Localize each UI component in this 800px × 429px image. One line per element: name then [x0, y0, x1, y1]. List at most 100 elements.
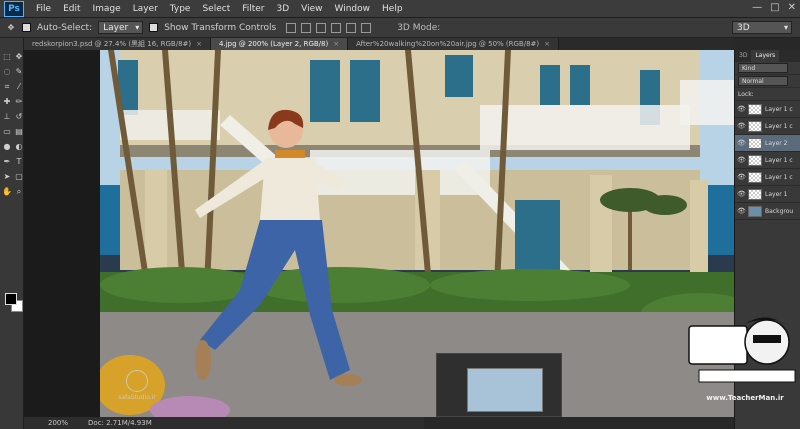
hand-tool-icon[interactable]: ✋ — [2, 187, 12, 197]
navigator-thumbnail — [436, 353, 562, 417]
menu-help[interactable]: Help — [376, 0, 409, 18]
close-icon[interactable]: × — [333, 40, 339, 48]
close-icon[interactable]: × — [544, 40, 550, 48]
menu-file[interactable]: File — [30, 0, 57, 18]
eye-icon[interactable]: 👁 — [737, 190, 746, 198]
gradient-tool-icon[interactable]: ▤ — [14, 127, 24, 137]
layer-thumbnail — [748, 171, 762, 183]
eye-icon[interactable]: 👁 — [737, 122, 746, 130]
align-top-icon[interactable] — [286, 22, 297, 33]
navigator-preview[interactable] — [467, 368, 543, 412]
workspace-dropdown[interactable]: 3D — [732, 21, 792, 34]
blend-mode-dropdown[interactable]: Normal — [738, 76, 788, 86]
document-canvas[interactable]: safaStudio.ir — [100, 50, 734, 417]
tab-layers[interactable]: Layers — [751, 50, 780, 62]
minimize-icon[interactable]: — — [752, 2, 762, 13]
layer-thumbnail — [748, 103, 762, 115]
show-transform-label: Show Transform Controls — [164, 22, 277, 33]
tab-after-walking[interactable]: After%20walking%20on%20air.jpg @ 50% (RG… — [348, 38, 560, 50]
layer-thumbnail — [748, 205, 762, 217]
zoom-level[interactable]: 200% — [48, 419, 68, 427]
panel-tabs: 3D Layers — [735, 50, 800, 62]
eraser-tool-icon[interactable]: ▭ — [2, 127, 12, 137]
photoshop-logo: Ps — [4, 0, 24, 17]
menu-filter[interactable]: Filter — [236, 0, 270, 18]
safastudio-logo-icon — [126, 370, 148, 392]
teacherman-url: www.TeacherMan.ir — [706, 394, 784, 402]
menu-select[interactable]: Select — [196, 0, 236, 18]
eye-icon[interactable]: 👁 — [737, 156, 746, 164]
composite-photo — [100, 50, 734, 417]
lasso-tool-icon[interactable]: ◌ — [2, 67, 12, 77]
brush-tool-icon[interactable]: ✏ — [14, 97, 24, 107]
document-tabs: redskorpion3.psd @ 27.4% (黑組 16, RGB/8#)… — [24, 38, 734, 50]
dodge-tool-icon[interactable]: ◐ — [14, 142, 24, 152]
menu-window[interactable]: Window — [329, 0, 377, 18]
pen-tool-icon[interactable]: ✒ — [2, 157, 12, 167]
window-controls: — □ ✕ — [752, 2, 796, 13]
layer-row[interactable]: 👁 Layer 1 c — [735, 152, 800, 169]
shape-tool-icon[interactable]: ▢ — [14, 172, 24, 182]
doc-size[interactable]: Doc: 2.71M/4.93M — [88, 419, 152, 427]
quick-select-tool-icon[interactable]: ✎ — [14, 67, 24, 77]
align-bottom-icon[interactable] — [316, 22, 327, 33]
kind-filter-dropdown[interactable]: Kind — [738, 63, 788, 73]
marquee-tool-icon[interactable]: ⬚ — [2, 52, 12, 62]
close-icon[interactable]: × — [196, 40, 202, 48]
layer-row[interactable]: 👁 Layer 1 — [735, 186, 800, 203]
status-bar: 200% Doc: 2.71M/4.93M — [24, 417, 424, 429]
menu-layer[interactable]: Layer — [127, 0, 164, 18]
options-bar: ✥ Auto-Select: Layer Show Transform Cont… — [0, 18, 800, 38]
lock-row: Lock: — [735, 88, 800, 101]
menu-view[interactable]: View — [295, 0, 328, 18]
align-left-icon[interactable] — [331, 22, 342, 33]
layer-thumbnail — [748, 154, 762, 166]
menu-items: File Edit Image Layer Type Select Filter… — [30, 0, 409, 18]
safastudio-watermark: safaStudio.ir — [112, 370, 162, 401]
layer-thumbnail — [748, 120, 762, 132]
align-center-icon[interactable] — [346, 22, 357, 33]
path-select-tool-icon[interactable]: ➤ — [2, 172, 12, 182]
eye-icon[interactable]: 👁 — [737, 139, 746, 147]
eye-icon[interactable]: 👁 — [737, 207, 746, 215]
layer-thumbnail — [748, 137, 762, 149]
menu-type[interactable]: Type — [164, 0, 197, 18]
maximize-icon[interactable]: □ — [770, 2, 779, 13]
layer-row[interactable]: 👁 Layer 1 c — [735, 169, 800, 186]
align-right-icon[interactable] — [361, 22, 372, 33]
show-transform-checkbox[interactable] — [149, 23, 159, 32]
healing-tool-icon[interactable]: ✚ — [2, 97, 12, 107]
3d-mode-label: 3D Mode: — [397, 22, 441, 33]
layer-row[interactable]: 👁 Layer 1 c — [735, 118, 800, 135]
menu-3d[interactable]: 3D — [271, 0, 296, 18]
lock-label: Lock: — [738, 90, 754, 98]
blur-tool-icon[interactable]: ● — [2, 142, 12, 152]
layer-row-background[interactable]: 👁 Backgrou — [735, 203, 800, 220]
auto-select-dropdown[interactable]: Layer — [98, 21, 144, 34]
menu-edit[interactable]: Edit — [57, 0, 86, 18]
foreground-color-swatch[interactable] — [5, 293, 17, 305]
tab-redskorpion[interactable]: redskorpion3.psd @ 27.4% (黑組 16, RGB/8#)… — [24, 38, 212, 50]
auto-select-checkbox[interactable] — [22, 23, 31, 32]
type-tool-icon[interactable]: T — [14, 157, 24, 167]
menu-image[interactable]: Image — [87, 0, 127, 18]
blend-mode-row: Normal — [735, 75, 800, 88]
eye-icon[interactable]: 👁 — [737, 173, 746, 181]
tab-3d[interactable]: 3D — [735, 50, 751, 62]
layer-thumbnail — [748, 188, 762, 200]
history-brush-icon[interactable]: ↺ — [14, 112, 24, 122]
eye-icon[interactable]: 👁 — [737, 105, 746, 113]
move-tool-icon[interactable]: ✥ — [6, 23, 16, 33]
tools-panel: ⬚ ✥ ◌ ✎ ⌗ ⁄ ✚ ✏ ⊥ ↺ ▭ ▤ ● ◐ ✒ T ➤ ▢ ✋ ⌕ — [0, 38, 24, 429]
layer-row[interactable]: 👁 Layer 1 c — [735, 101, 800, 118]
close-icon[interactable]: ✕ — [788, 2, 796, 13]
tab-4-jpg[interactable]: 4.jpg @ 200% (Layer 2, RGB/8) × — [211, 38, 349, 50]
layer-row-selected[interactable]: 👁 Layer 2 — [735, 135, 800, 152]
eyedropper-tool-icon[interactable]: ⁄ — [14, 82, 24, 92]
stamp-tool-icon[interactable]: ⊥ — [2, 112, 12, 122]
crop-tool-icon[interactable]: ⌗ — [2, 82, 12, 92]
zoom-tool-icon[interactable]: ⌕ — [14, 187, 24, 197]
canvas-area: safaStudio.ir — [24, 50, 734, 417]
move-tool-icon[interactable]: ✥ — [14, 52, 24, 62]
align-middle-icon[interactable] — [301, 22, 312, 33]
